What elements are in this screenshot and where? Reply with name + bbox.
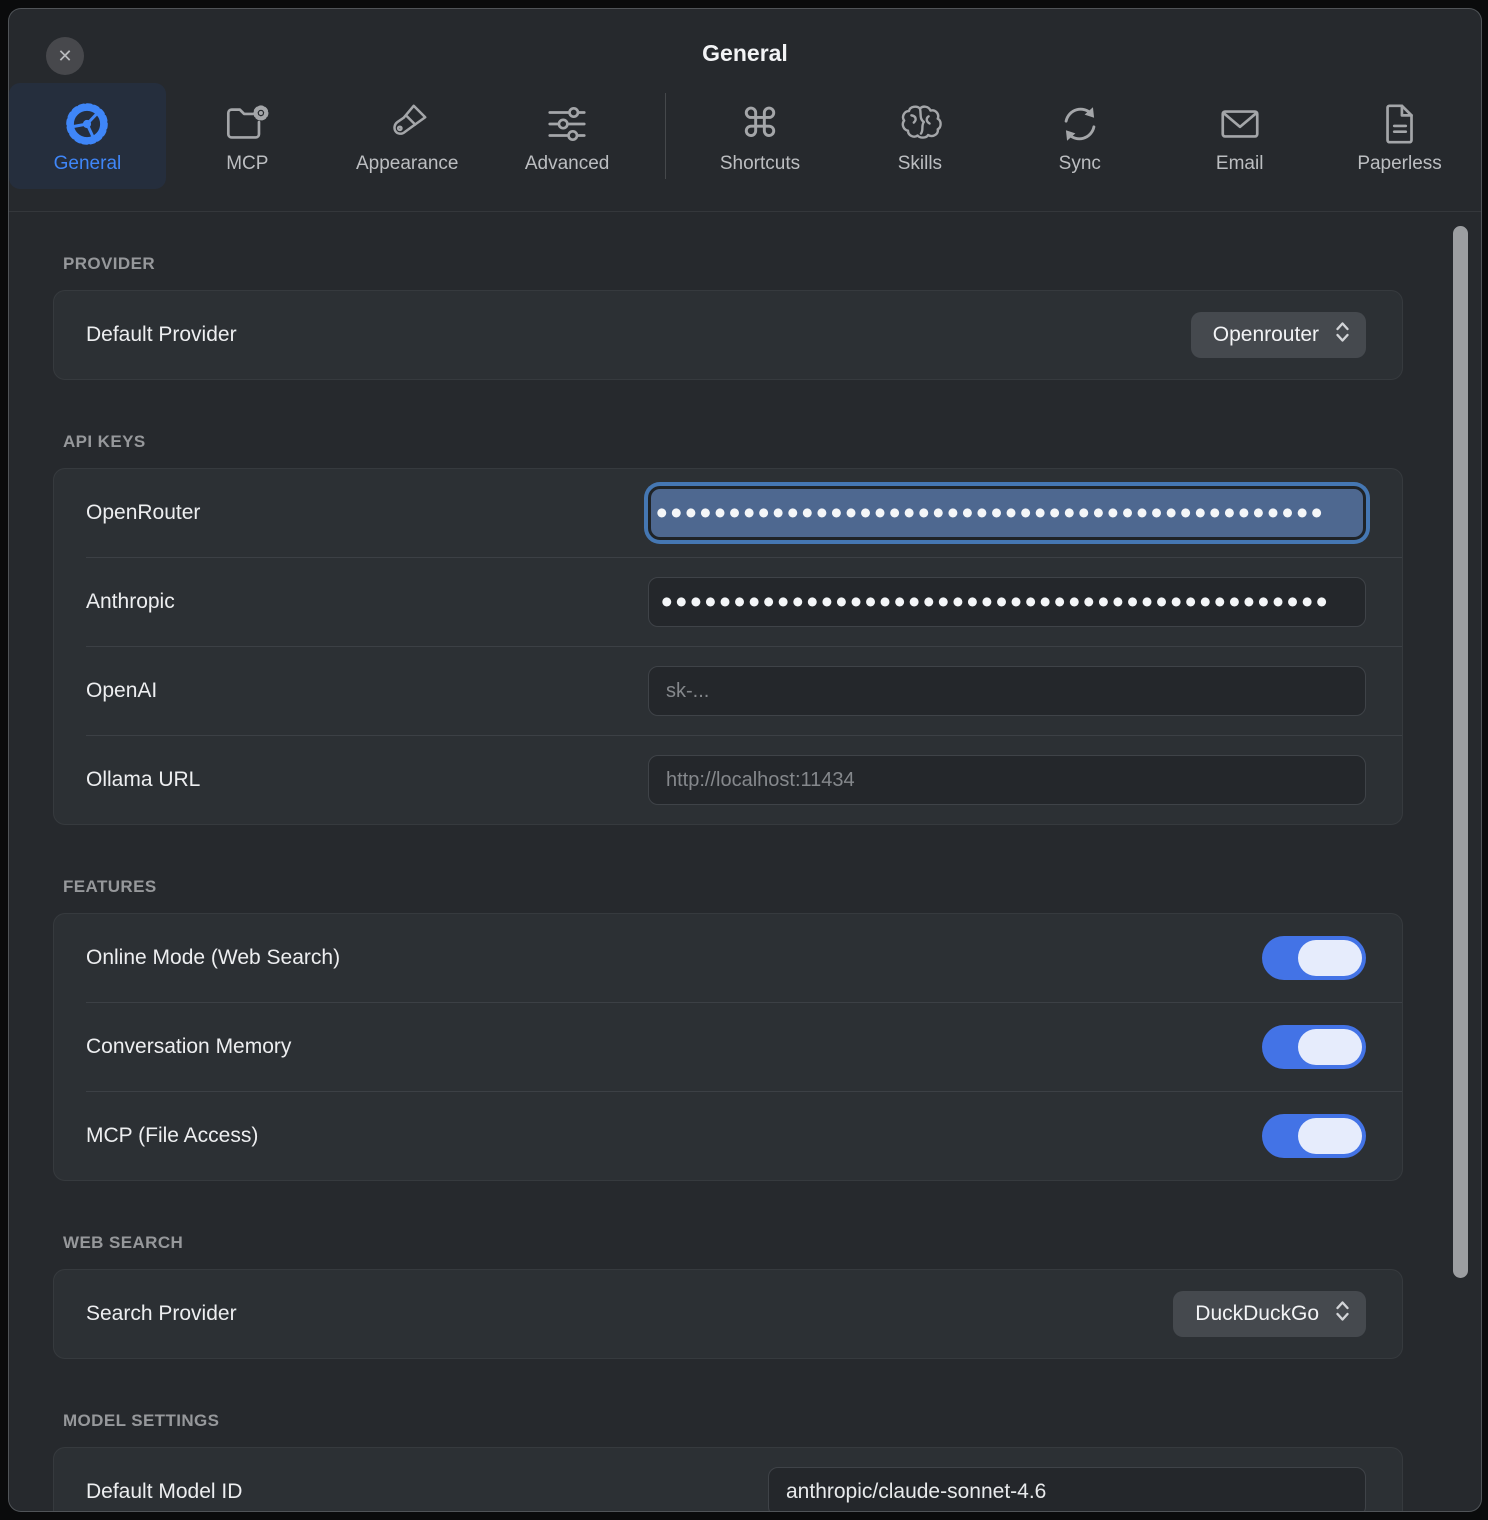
tab-sync[interactable]: Sync [1001,83,1158,189]
default-provider-value: Openrouter [1213,323,1319,347]
anthropic-label: Anthropic [86,590,175,614]
ollama-url-row: Ollama URL [54,736,1402,824]
tab-email[interactable]: Email [1161,83,1318,189]
masked-value: ••••••••••••••••••••••••••••••••••••••••… [656,491,1325,535]
section-features: FEATURES Online Mode (Web Search) Conver… [53,877,1403,1181]
online-mode-row: Online Mode (Web Search) [54,914,1402,1002]
tab-paperless[interactable]: Paperless [1321,83,1478,189]
tab-label: Skills [898,153,942,175]
openrouter-key-row: OpenRouter •••••••••••••••••••••••••••••… [54,469,1402,557]
anthropic-key-row: Anthropic ••••••••••••••••••••••••••••••… [54,558,1402,646]
search-provider-label: Search Provider [86,1302,237,1326]
features-card: Online Mode (Web Search) Conversation Me… [53,913,1403,1181]
masked-value: ••••••••••••••••••••••••••••••••••••••••… [661,580,1330,624]
toolbar-divider [665,93,666,179]
document-icon [1377,98,1423,150]
online-mode-toggle[interactable] [1262,936,1366,980]
default-model-label: Default Model ID [86,1480,242,1504]
search-provider-value: DuckDuckGo [1195,1302,1319,1326]
openai-key-input[interactable] [648,666,1366,716]
openrouter-label: OpenRouter [86,501,200,525]
scrollbar-thumb[interactable] [1453,226,1468,1278]
section-header: MODEL SETTINGS [63,1411,1403,1431]
tab-label: Sync [1059,153,1101,175]
ollama-url-label: Ollama URL [86,768,200,792]
section-api-keys: API KEYS OpenRouter ••••••••••••••••••••… [53,432,1403,825]
command-icon: ⌘ [740,98,780,150]
toggle-knob [1298,1118,1362,1154]
api-keys-card: OpenRouter •••••••••••••••••••••••••••••… [53,468,1403,825]
sync-icon [1057,98,1103,150]
tab-skills[interactable]: Skills [841,83,998,189]
toggle-knob [1298,940,1362,976]
conversation-memory-row: Conversation Memory [54,1003,1402,1091]
title-bar: ✕ General [9,9,1481,83]
tab-shortcuts[interactable]: ⌘ Shortcuts [682,83,839,189]
provider-card: Default Provider Openrouter [53,290,1403,380]
mcp-file-access-row: MCP (File Access) [54,1092,1402,1180]
model-settings-card: Default Model ID [53,1447,1403,1512]
tab-mcp[interactable]: MCP [169,83,326,189]
conversation-memory-label: Conversation Memory [86,1035,291,1059]
tab-general[interactable]: General [9,83,166,189]
tab-label: Paperless [1357,153,1442,175]
toolbar: General MCP Appearance [9,83,1481,212]
brain-icon [897,98,943,150]
tab-label: Shortcuts [720,153,800,175]
section-web-search: WEB SEARCH Search Provider DuckDuckGo [53,1233,1403,1359]
default-provider-row: Default Provider Openrouter [54,291,1402,379]
ollama-url-input[interactable] [648,755,1366,805]
tab-advanced[interactable]: Advanced [489,83,646,189]
search-provider-row: Search Provider DuckDuckGo [54,1270,1402,1358]
search-provider-select[interactable]: DuckDuckGo [1173,1291,1366,1337]
tab-label: Advanced [525,153,610,175]
chevron-up-down-icon [1335,321,1350,349]
openai-label: OpenAI [86,679,157,703]
section-header: FEATURES [63,877,1403,897]
default-model-row: Default Model ID [54,1448,1402,1512]
gear-icon [64,98,110,150]
mcp-file-access-label: MCP (File Access) [86,1124,258,1148]
default-provider-select[interactable]: Openrouter [1191,312,1366,358]
online-mode-label: Online Mode (Web Search) [86,946,340,970]
default-provider-label: Default Provider [86,323,237,347]
anthropic-key-input[interactable]: ••••••••••••••••••••••••••••••••••••••••… [648,577,1366,627]
tab-appearance[interactable]: Appearance [329,83,486,189]
section-header: WEB SEARCH [63,1233,1403,1253]
tab-label: General [54,153,122,175]
settings-window: ✕ General General [8,8,1482,1512]
section-provider: PROVIDER Default Provider Openrouter [53,254,1403,380]
conversation-memory-toggle[interactable] [1262,1025,1366,1069]
default-model-input[interactable] [768,1467,1366,1512]
section-header: API KEYS [63,432,1403,452]
section-header: PROVIDER [63,254,1403,274]
window-title: General [9,40,1481,67]
mcp-file-access-toggle[interactable] [1262,1114,1366,1158]
tab-label: MCP [226,153,268,175]
web-search-card: Search Provider DuckDuckGo [53,1269,1403,1359]
tab-label: Appearance [356,153,458,175]
openai-key-row: OpenAI [54,647,1402,735]
tab-label: Email [1216,153,1264,175]
openrouter-key-input[interactable]: ••••••••••••••••••••••••••••••••••••••••… [648,486,1366,540]
paintbrush-icon [384,98,430,150]
sliders-icon [544,98,590,150]
section-model-settings: MODEL SETTINGS Default Model ID [53,1411,1403,1512]
settings-content: PROVIDER Default Provider Openrouter API… [9,254,1481,1512]
envelope-icon [1217,98,1263,150]
toggle-knob [1298,1029,1362,1065]
chevron-up-down-icon [1335,1300,1350,1328]
folder-gear-icon [224,98,270,150]
